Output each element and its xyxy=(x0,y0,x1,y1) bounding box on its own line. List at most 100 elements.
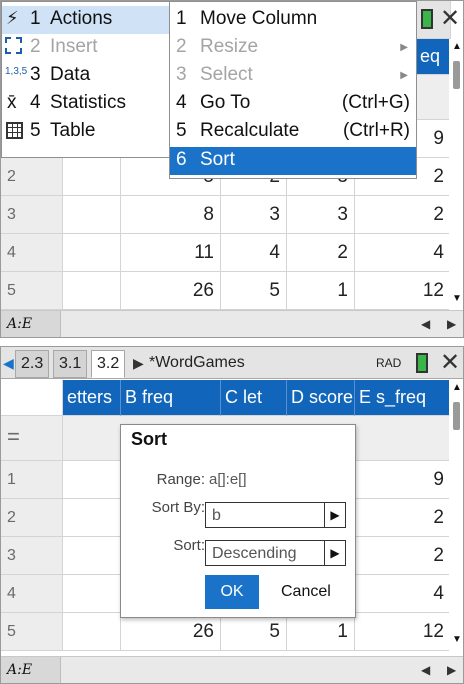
cell-reference: A:E xyxy=(1,657,61,683)
scroll-down-icon[interactable]: ▼ xyxy=(452,293,462,304)
submenu-item-go-to[interactable]: 4 Go To (Ctrl+G) xyxy=(170,90,416,118)
scroll-left-icon[interactable]: ◀ xyxy=(421,317,430,331)
cell-c4[interactable]: 4 xyxy=(221,234,287,272)
scroll-right-icon[interactable]: ▶ xyxy=(447,663,456,677)
lightning-icon: ⚡ xyxy=(6,8,19,28)
cell-e4[interactable]: 4 xyxy=(355,234,451,272)
menu-item-table[interactable]: 5 Table xyxy=(2,118,170,146)
column-header-e[interactable]: E s_freq xyxy=(355,380,451,416)
formula-cell-e[interactable] xyxy=(416,75,451,120)
ok-button[interactable]: OK xyxy=(205,575,259,609)
cell-reference: A:E xyxy=(1,311,61,337)
document-tab-bar: ◀ 2.3 3.1 3.2 ▶ *WordGames RAD ✕ xyxy=(1,347,463,379)
scroll-thumb[interactable] xyxy=(453,61,460,89)
tab-3-2[interactable]: 3.2 xyxy=(91,350,126,378)
row-header-3[interactable]: 3 xyxy=(1,537,63,575)
submenu-item-recalculate[interactable]: 5 Recalculate (Ctrl+R) xyxy=(170,118,416,146)
column-header-b[interactable]: B freq xyxy=(121,380,221,416)
row-header-1[interactable]: 1 xyxy=(1,461,63,499)
cell-a3[interactable] xyxy=(63,196,121,234)
top-status-bar: A:E ◀ ▶ xyxy=(1,310,463,337)
tab-2-3[interactable]: 2.3 xyxy=(15,350,50,378)
row-header-5[interactable]: 5 xyxy=(1,613,63,651)
submenu-arrow-icon: ▶ xyxy=(400,42,408,53)
cell-a5[interactable] xyxy=(63,272,121,310)
cell-a2[interactable] xyxy=(63,158,121,196)
menu-item-data[interactable]: 1,3,5 3 Data xyxy=(2,62,170,90)
sort-by-select[interactable]: b xyxy=(205,502,325,528)
scroll-down-icon[interactable]: ▼ xyxy=(452,634,462,645)
row-header-4[interactable]: 4 xyxy=(1,575,63,613)
top-vertical-scrollbar[interactable]: ▲ ▼ xyxy=(449,39,463,311)
tab-left-arrow-icon[interactable]: ◀ xyxy=(3,355,14,372)
cell-e2[interactable]: 2 xyxy=(355,499,451,537)
table-icon xyxy=(6,122,23,139)
column-header-e[interactable]: eq xyxy=(416,39,451,75)
cell-a4[interactable] xyxy=(63,234,121,272)
cancel-button[interactable]: Cancel xyxy=(281,583,331,601)
row-header-5[interactable]: 5 xyxy=(1,272,63,310)
column-header-d[interactable]: D score xyxy=(287,380,355,416)
formula-row-header[interactable]: = xyxy=(1,416,63,461)
cell-b5[interactable]: 26 xyxy=(121,272,221,310)
cell-e5[interactable]: 12 xyxy=(355,272,451,310)
submenu-item-resize[interactable]: 2 Resize ▶ xyxy=(170,34,416,62)
sort-order-label: Sort: xyxy=(173,537,205,554)
cell-e4[interactable]: 4 xyxy=(355,575,451,613)
cell-e3[interactable]: 2 xyxy=(355,537,451,575)
cell-d4[interactable]: 2 xyxy=(287,234,355,272)
cell-e1[interactable]: 9 xyxy=(416,120,451,158)
insert-icon xyxy=(5,37,22,54)
cell-e1[interactable]: 9 xyxy=(355,461,451,499)
scroll-up-icon[interactable]: ▲ xyxy=(452,382,462,393)
submenu-item-move-column[interactable]: 1 Move Column xyxy=(170,6,416,34)
row-header-2[interactable]: 2 xyxy=(1,499,63,537)
angle-mode: RAD xyxy=(376,356,402,370)
cell-d3[interactable]: 3 xyxy=(287,196,355,234)
menu-item-statistics[interactable]: x̄ 4 Statistics xyxy=(2,90,170,118)
sort-order-dropdown-arrow-icon[interactable]: ▶ xyxy=(324,540,346,566)
column-header-a[interactable]: etters xyxy=(63,380,121,416)
submenu-item-sort[interactable]: 6 Sort xyxy=(170,147,416,175)
row-header-4[interactable]: 4 xyxy=(1,234,63,272)
cell-e3[interactable]: 2 xyxy=(355,196,451,234)
bottom-status-bar: A:E ◀ ▶ xyxy=(1,656,463,683)
sort-by-dropdown-arrow-icon[interactable]: ▶ xyxy=(324,502,346,528)
battery-icon xyxy=(421,9,433,29)
cell-b5[interactable]: 26 xyxy=(121,613,221,651)
menu-item-insert[interactable]: 2 Insert xyxy=(2,34,170,62)
cell-e5[interactable]: 12 xyxy=(355,613,451,651)
scroll-right-icon[interactable]: ▶ xyxy=(447,317,456,331)
cell-a5[interactable] xyxy=(63,613,121,651)
row-header-2[interactable]: 2 xyxy=(1,158,63,196)
range-value: a[]:e[] xyxy=(209,471,247,488)
scroll-left-icon[interactable]: ◀ xyxy=(421,663,430,677)
menu-item-actions[interactable]: ⚡ 1 Actions xyxy=(2,6,170,34)
submenu-item-select[interactable]: 3 Select ▶ xyxy=(170,62,416,90)
cell-c5[interactable]: 5 xyxy=(221,272,287,310)
sort-by-label: Sort By: xyxy=(151,499,205,516)
cell-d5[interactable]: 1 xyxy=(287,613,355,651)
corner-cell[interactable] xyxy=(1,380,63,416)
close-icon[interactable]: ✕ xyxy=(440,4,460,33)
dialog-title: Sort xyxy=(131,429,167,449)
battery-icon xyxy=(416,353,428,373)
sort-order-select[interactable]: Descending xyxy=(205,540,325,566)
tab-right-arrow-icon[interactable]: ▶ xyxy=(133,355,144,372)
cell-b3[interactable]: 8 xyxy=(121,196,221,234)
scroll-thumb[interactable] xyxy=(453,402,460,430)
row-header-3[interactable]: 3 xyxy=(1,196,63,234)
actions-submenu: 1 Move Column 2 Resize ▶ 3 Select ▶ 4 Go… xyxy=(169,1,417,179)
bottom-vertical-scrollbar[interactable]: ▲ ▼ xyxy=(449,380,463,652)
close-icon[interactable]: ✕ xyxy=(440,348,460,377)
document-title: *WordGames xyxy=(149,354,245,371)
tab-3-1[interactable]: 3.1 xyxy=(53,350,88,378)
cell-c3[interactable]: 3 xyxy=(221,196,287,234)
cell-b4[interactable]: 11 xyxy=(121,234,221,272)
cell-d5[interactable]: 1 xyxy=(287,272,355,310)
top-screen: 9 eq 2 5 2 3 2 3 8 3 3 2 4 11 4 2 4 5 26… xyxy=(0,0,464,338)
scroll-up-icon[interactable]: ▲ xyxy=(452,41,462,52)
main-menu: ⚡ 1 Actions 2 Insert 1,3,5 3 Data x̄ 4 S… xyxy=(1,1,171,158)
column-header-c[interactable]: C let xyxy=(221,380,287,416)
cell-c5[interactable]: 5 xyxy=(221,613,287,651)
